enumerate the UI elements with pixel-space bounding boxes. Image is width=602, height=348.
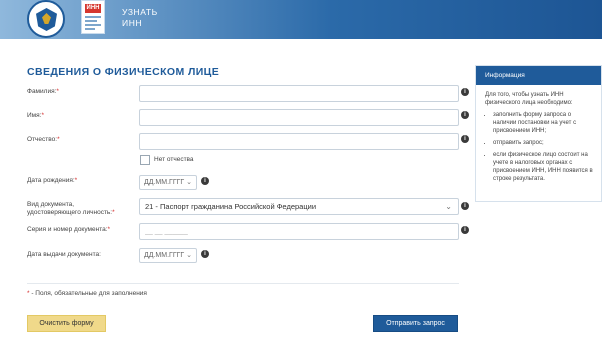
document-line (85, 28, 95, 30)
name-label-text: Имя: (27, 112, 42, 119)
surname-info-icon[interactable]: i (461, 88, 469, 96)
info-panel-body: Для того, чтобы узнать ИНН физического л… (476, 85, 601, 183)
required-mark: * (74, 177, 78, 184)
chevron-down-icon: ⌄ (186, 179, 192, 186)
required-mark: * (41, 112, 44, 119)
app-title-line2: ИНН (122, 18, 143, 28)
inn-document-icon[interactable]: ИНН (81, 0, 105, 34)
docnum-info-icon[interactable]: i (461, 226, 469, 234)
issue-date-info-icon[interactable]: i (201, 250, 209, 258)
birthdate-value: ДД.ММ.ГГГГ (144, 179, 185, 186)
app-title: УЗНАТЬ ИНН (122, 7, 158, 29)
document-line (85, 16, 101, 18)
doctype-label: Вид документа, удостоверяющего личность:… (27, 201, 115, 217)
form-title: СВЕДЕНИЯ О ФИЗИЧЕСКОМ ЛИЦЕ (27, 66, 220, 78)
info-panel-item: если физическое лицо состоит на учете в … (493, 151, 595, 183)
info-panel-item: отправить запрос; (493, 139, 595, 147)
patronymic-input[interactable] (139, 133, 459, 150)
no-patronymic-checkbox[interactable] (140, 155, 150, 165)
doctype-info-icon[interactable]: i (461, 202, 469, 210)
patronymic-label: Отчество:* (27, 136, 60, 144)
name-label: Имя:* (27, 112, 44, 120)
issue-date-picker[interactable]: ДД.ММ.ГГГГ ⌄ (139, 248, 197, 263)
required-mark: * (107, 226, 111, 233)
divider (27, 283, 459, 284)
doctype-label-line1: Вид документа, (27, 201, 75, 208)
birthdate-label: Дата рождения:* (27, 177, 77, 185)
docnum-label-text: Серия и номер документа: (27, 226, 108, 233)
surname-label: Фамилия:* (27, 88, 59, 96)
document-line (85, 24, 101, 26)
patronymic-label-text: Отчество: (27, 136, 58, 143)
doctype-select[interactable]: 21 - Паспорт гражданина Российской Федер… (139, 198, 459, 215)
clear-form-button[interactable]: Очистить форму (27, 315, 106, 332)
required-fields-note-text: - Поля, обязательные для заполнения (29, 290, 147, 297)
required-mark: * (57, 136, 60, 143)
chevron-down-icon: ⌄ (445, 202, 452, 211)
document-line (85, 20, 97, 22)
submit-request-button[interactable]: Отправить запрос (373, 315, 458, 332)
birthdate-picker[interactable]: ДД.ММ.ГГГГ ⌄ (139, 175, 197, 190)
info-panel: Информация Для того, чтобы узнать ИНН фи… (475, 65, 602, 202)
chevron-down-icon: ⌄ (186, 252, 192, 259)
patronymic-info-icon[interactable]: i (461, 135, 469, 143)
docnum-label: Серия и номер документа:* (27, 226, 110, 234)
info-panel-item: заполнить форму запроса о наличии постан… (493, 111, 595, 135)
docnum-input[interactable] (139, 223, 459, 240)
surname-input[interactable] (139, 85, 459, 102)
issue-date-label: Дата выдачи документа: (27, 251, 101, 258)
surname-label-text: Фамилия: (27, 88, 57, 95)
doctype-selected-value: 21 - Паспорт гражданина Российской Федер… (145, 202, 317, 211)
issue-date-value: ДД.ММ.ГГГГ (144, 252, 185, 259)
name-input[interactable] (139, 109, 459, 126)
no-patronymic-label: Нет отчества (154, 156, 194, 163)
header-bar: ИНН УЗНАТЬ ИНН (0, 0, 602, 39)
required-mark: * (112, 209, 115, 216)
name-info-icon[interactable]: i (461, 111, 469, 119)
required-mark: * (56, 88, 59, 95)
doctype-label-line2: удостоверяющего личность: (27, 209, 113, 216)
info-panel-title: Информация (476, 66, 601, 85)
birthdate-info-icon[interactable]: i (201, 177, 209, 185)
required-fields-note: * - Поля, обязательные для заполнения (27, 290, 147, 297)
fns-emblem-logo[interactable] (27, 0, 65, 38)
app-title-line1: УЗНАТЬ (122, 7, 158, 17)
info-panel-intro: Для того, чтобы узнать ИНН физического л… (485, 92, 573, 106)
doctype-label-line2-wrap: удостоверяющего личность:* (27, 209, 115, 217)
inn-document-icon-label: ИНН (85, 4, 101, 13)
info-panel-list: заполнить форму запроса о наличии постан… (485, 111, 595, 183)
birthdate-label-text: Дата рождения: (27, 177, 75, 184)
